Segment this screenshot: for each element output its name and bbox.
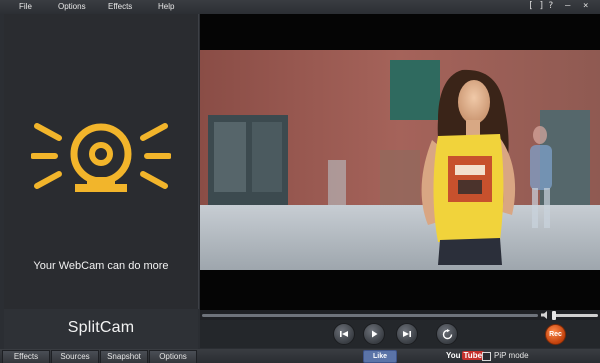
skip-forward-button[interactable] [396,323,418,345]
webcam-rays-icon [31,123,171,192]
facebook-like-button[interactable]: Like [363,350,397,363]
tab-effects[interactable]: Effects [2,350,50,363]
seek-row [200,310,600,320]
tab-sources[interactable]: Sources [51,350,99,363]
seek-bar[interactable] [202,314,538,317]
youtube-label: You [446,351,461,360]
camera-frame [200,50,600,270]
webcam-image [200,50,600,270]
close-button[interactable]: × [583,1,588,11]
tagline: Your WebCam can do more [33,260,169,272]
volume-slider[interactable] [553,314,598,317]
fullscreen-button[interactable]: [ ] [528,1,544,11]
refresh-button[interactable] [436,323,458,345]
pip-label: PiP mode [494,351,529,360]
pip-checkbox[interactable] [482,352,491,361]
minimize-button[interactable]: – [565,1,570,11]
skip-back-button[interactable] [333,323,355,345]
bottom-bar: Effects Sources Snapshot Options Like Yo… [0,349,600,363]
video-preview[interactable] [200,14,600,310]
brand-logo: SplitCam [67,319,135,336]
playback-controls: Rec [200,320,600,348]
volume-knob[interactable] [552,311,556,320]
youtube-tube-label: Tube [461,351,485,360]
skip-forward-icon [403,331,411,337]
menu-options[interactable]: Options [58,2,86,11]
like-label: Like [372,353,387,360]
left-panel: Your WebCam can do more [4,14,199,309]
youtube-button[interactable]: You Tube [446,351,485,360]
menu-help[interactable]: Help [158,2,174,11]
refresh-icon [442,328,452,339]
play-button[interactable] [363,323,385,345]
brand-area: SplitCam [4,309,198,349]
record-button[interactable]: Rec [545,324,566,345]
menu-bar: File Options Effects Help [ ] ? – × [0,0,600,14]
volume-icon[interactable] [541,311,551,319]
menu-effects[interactable]: Effects [108,2,132,11]
help-button[interactable]: ? [548,1,553,11]
tab-snapshot[interactable]: Snapshot [100,350,148,363]
play-icon [372,330,378,338]
skip-back-icon [340,331,348,337]
tab-options[interactable]: Options [149,350,197,363]
menu-file[interactable]: File [19,2,32,11]
